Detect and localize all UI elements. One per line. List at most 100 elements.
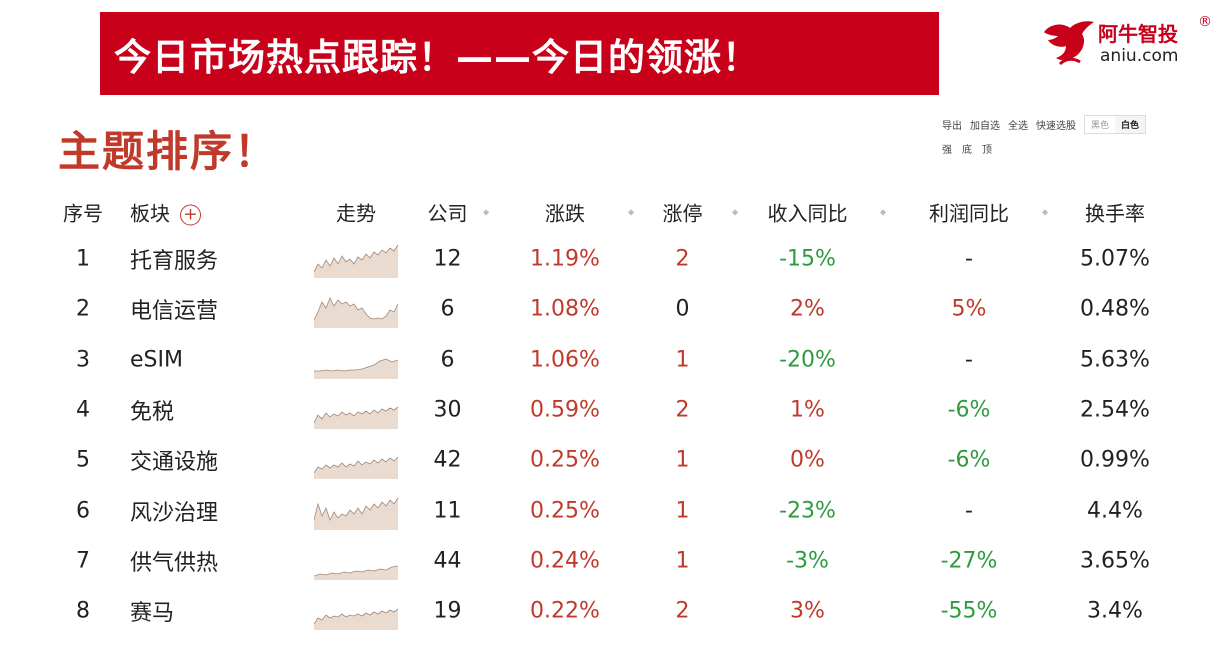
theme-black-option[interactable]: 黑色: [1085, 116, 1115, 133]
turnover-rate: 0.48%: [1080, 296, 1150, 322]
logo-en-text: aniu.com: [1100, 46, 1179, 66]
profit-yoy: -: [965, 498, 973, 524]
limit-up-count: 0: [675, 296, 690, 322]
sort-dot-icon[interactable]: ◆: [880, 208, 886, 217]
header-sector-label: 板块: [130, 201, 170, 226]
headline-title: 今日市场热点跟踪！——今日的领涨！: [114, 35, 760, 79]
turnover-rate: 2.54%: [1080, 397, 1150, 423]
revenue-yoy: -20%: [779, 347, 836, 373]
sector-name[interactable]: 赛马: [130, 595, 174, 627]
table-row[interactable]: 1 托育服务 12 1.19% 2 -15% - 5.07%: [0, 234, 1230, 284]
select-all-button[interactable]: 全选: [1008, 117, 1028, 132]
header-profit-yoy[interactable]: 利润同比: [910, 198, 1028, 227]
turnover-rate: 3.65%: [1080, 548, 1150, 574]
company-count: 11: [433, 498, 462, 524]
bull-logo-icon: [1044, 21, 1094, 66]
trend-sparkline: [314, 494, 402, 530]
row-index: 1: [76, 246, 90, 272]
trend-sparkline: [314, 393, 402, 430]
trend-sparkline: [314, 242, 402, 279]
logo-cn-text: 阿牛智投: [1098, 22, 1178, 46]
registered-mark: ®: [1198, 14, 1212, 30]
header-trend: 走势: [336, 201, 376, 226]
trend-sparkline: [314, 443, 402, 480]
sector-name[interactable]: 风沙治理: [130, 495, 218, 527]
theme-toggle: 黑色 白色: [1084, 114, 1147, 134]
quick-pick-button[interactable]: 快速选股: [1036, 117, 1076, 132]
export-button[interactable]: 导出: [942, 117, 962, 132]
sector-name[interactable]: 免税: [130, 394, 174, 426]
change-percent: 0.22%: [530, 598, 600, 624]
row-index: 5: [76, 447, 90, 473]
row-index: 7: [76, 548, 90, 574]
profit-yoy: -27%: [940, 548, 998, 574]
sector-name[interactable]: eSIM: [130, 347, 183, 372]
limit-up-count: 2: [675, 397, 690, 423]
header-company[interactable]: 公司: [405, 198, 490, 227]
revenue-yoy: -15%: [779, 246, 836, 272]
change-percent: 0.25%: [530, 498, 600, 524]
limit-up-count: 2: [675, 598, 690, 624]
filter-top-button[interactable]: 顶: [982, 141, 992, 156]
revenue-yoy: -23%: [779, 498, 836, 524]
header-limit-up[interactable]: 涨停: [640, 198, 725, 227]
change-percent: 0.25%: [530, 447, 600, 473]
sort-dot-icon[interactable]: ◆: [732, 208, 738, 217]
company-count: 6: [440, 347, 455, 373]
row-index: 8: [76, 598, 90, 624]
header-index: 序号: [63, 201, 103, 226]
sector-name[interactable]: 供气供热: [130, 545, 218, 577]
sort-dot-icon[interactable]: ◆: [1042, 208, 1048, 217]
filter-bottom-button[interactable]: 底: [962, 141, 972, 156]
profit-yoy: -6%: [947, 447, 991, 473]
turnover-rate: 0.99%: [1080, 447, 1150, 473]
table-row[interactable]: 8 赛马 19 0.22% 2 3% -55% 3.4%: [0, 586, 1230, 636]
filter-strong-button[interactable]: 强: [942, 141, 952, 156]
profit-yoy: 5%: [951, 296, 987, 322]
profit-yoy: -: [965, 347, 973, 373]
company-count: 12: [433, 246, 462, 272]
header-sector[interactable]: 板块 +: [130, 198, 201, 227]
trend-sparkline: [314, 343, 402, 379]
sector-name[interactable]: 电信运营: [130, 293, 218, 325]
limit-up-count: 1: [675, 498, 690, 524]
trend-sparkline: [314, 544, 402, 580]
theme-white-option[interactable]: 白色: [1115, 115, 1146, 133]
add-circle-icon[interactable]: +: [180, 204, 201, 226]
table-row[interactable]: 2 电信运营 6 1.08% 0 2% 5% 0.48%: [0, 284, 1230, 334]
change-percent: 1.19%: [530, 246, 600, 272]
sector-name[interactable]: 托育服务: [130, 243, 218, 275]
table-row[interactable]: 4 免税 30 0.59% 2 1% -6% 2.54%: [0, 385, 1230, 435]
revenue-yoy: -3%: [786, 548, 829, 574]
sector-name[interactable]: 交通设施: [130, 444, 218, 476]
section-title: 主题排序！: [58, 127, 279, 176]
change-percent: 1.08%: [530, 296, 600, 322]
limit-up-count: 1: [675, 447, 690, 473]
table-row[interactable]: 3 eSIM 6 1.06% 1 -20% - 5.63%: [0, 335, 1230, 385]
revenue-yoy: 0%: [790, 447, 825, 473]
row-index: 6: [76, 498, 90, 524]
row-index: 2: [76, 296, 90, 322]
table-row[interactable]: 6 风沙治理 11 0.25% 1 -23% - 4.4%: [0, 485, 1230, 535]
limit-up-count: 1: [675, 347, 690, 373]
change-percent: 0.24%: [530, 548, 600, 574]
header-revenue-yoy[interactable]: 收入同比: [750, 198, 865, 227]
turnover-rate: 4.4%: [1087, 498, 1143, 524]
sort-dot-icon[interactable]: ◆: [628, 208, 634, 217]
profit-yoy: -6%: [947, 397, 991, 423]
row-index: 3: [76, 347, 90, 373]
theme-ranking-table: 序号 板块 + 走势 公司 ◆ 涨跌 ◆ 涨停 ◆ 收入同比 ◆ 利润同比 ◆ 换…: [0, 190, 1230, 636]
company-count: 19: [433, 598, 462, 624]
header-turnover[interactable]: 换手率: [1060, 198, 1170, 227]
change-percent: 0.59%: [530, 397, 600, 423]
table-row[interactable]: 7 供气供热 44 0.24% 1 -3% -27% 3.65%: [0, 536, 1230, 586]
trend-sparkline: [314, 292, 402, 329]
header-change[interactable]: 涨跌: [510, 198, 620, 227]
change-percent: 1.06%: [530, 347, 600, 373]
sort-dot-icon[interactable]: ◆: [483, 208, 489, 217]
row-index: 4: [76, 397, 90, 423]
table-row[interactable]: 5 交通设施 42 0.25% 1 0% -6% 0.99%: [0, 435, 1230, 485]
add-watchlist-button[interactable]: 加自选: [970, 117, 1000, 132]
brand-logo: 阿牛智投 ® aniu.com: [1040, 14, 1220, 72]
table-header-row: 序号 板块 + 走势 公司 ◆ 涨跌 ◆ 涨停 ◆ 收入同比 ◆ 利润同比 ◆ 换…: [0, 190, 1230, 234]
